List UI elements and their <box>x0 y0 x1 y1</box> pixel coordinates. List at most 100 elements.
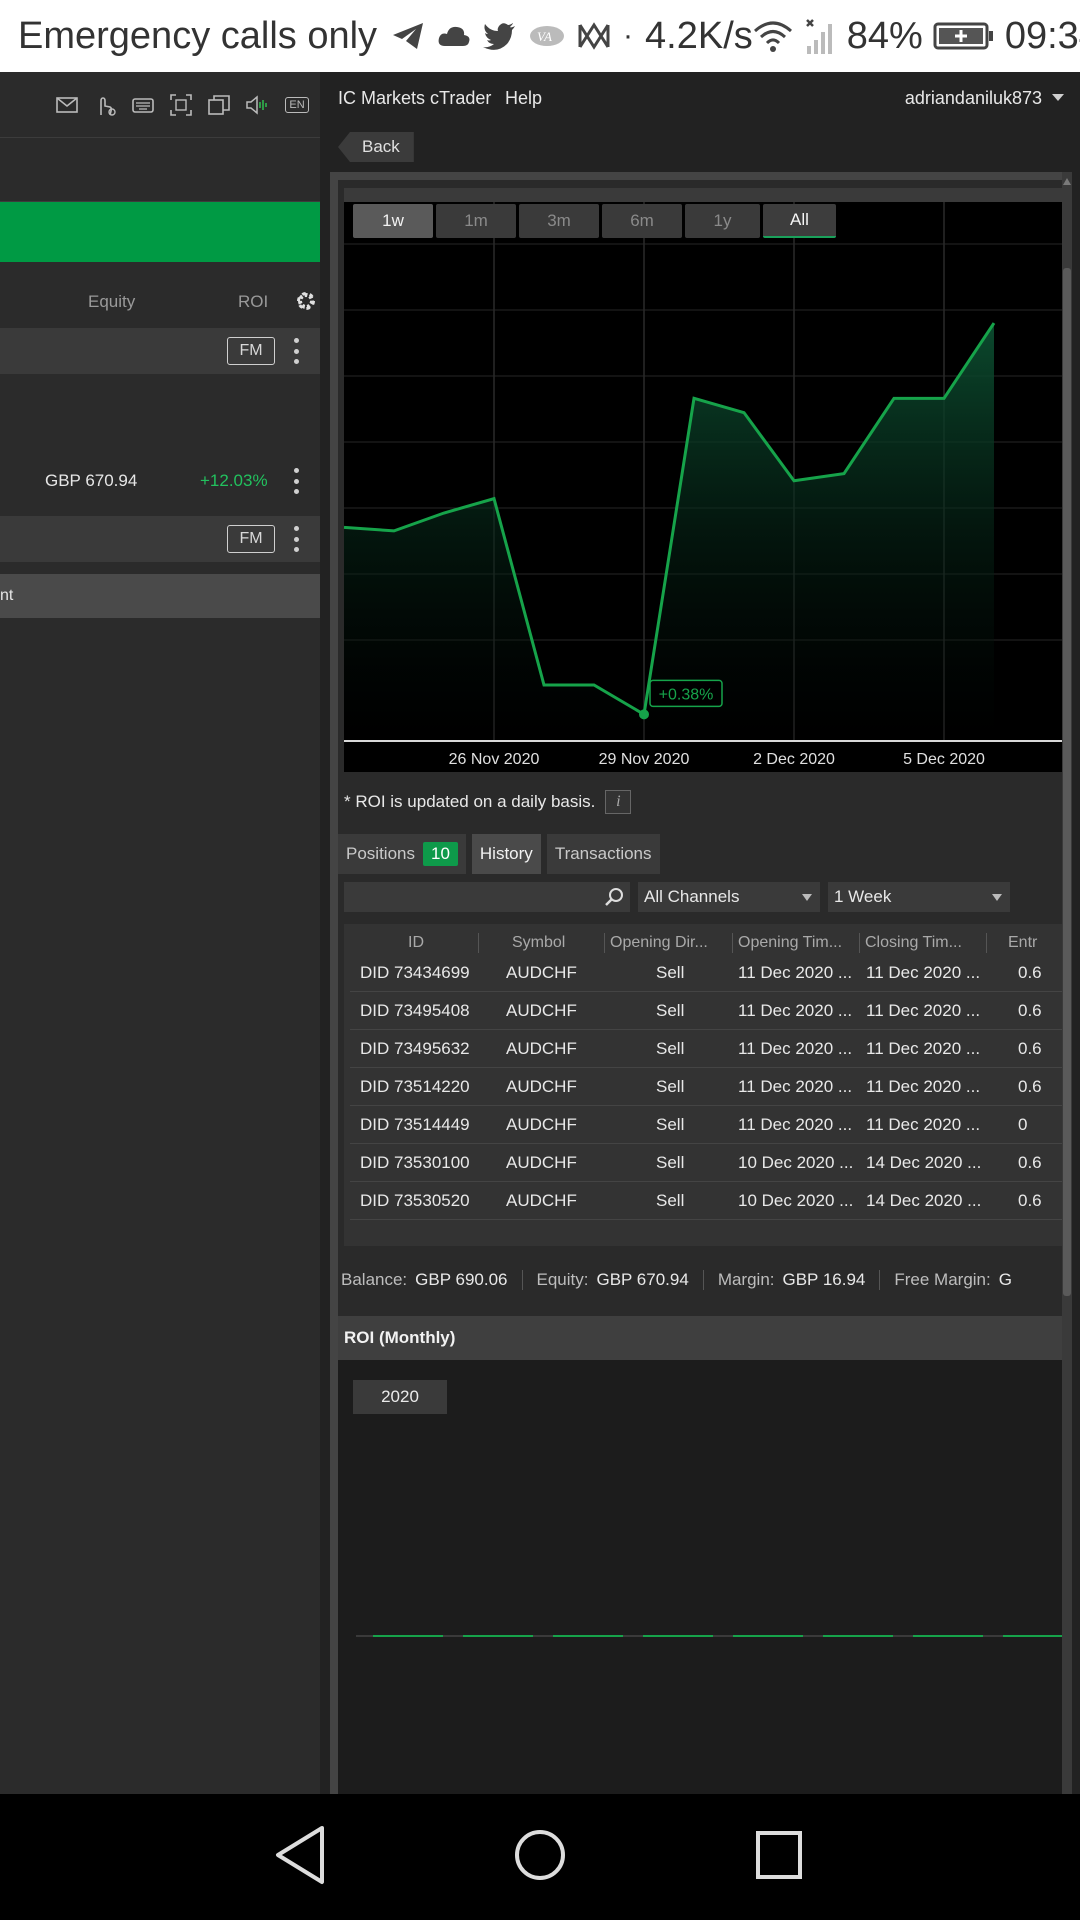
app-menu[interactable]: IC Markets cTrader <box>338 88 491 109</box>
back-label: Back <box>362 137 400 156</box>
cell-id: DID 73495408 <box>360 1001 470 1020</box>
roi-chart-svg: 26 Nov 2020 29 Nov 2020 2 Dec 2020 5 Dec 20… <box>343 188 1062 772</box>
home-nav-icon[interactable] <box>512 1824 568 1886</box>
roi-monthly-panel: ROI (Monthly) 2020 <box>338 1316 1062 1794</box>
search-input[interactable] <box>344 882 630 912</box>
scroll-up-icon[interactable] <box>1063 178 1071 185</box>
cell-direction: Sell <box>656 1039 685 1058</box>
account-row[interactable]: GBP 670.94 +12.03% <box>0 450 320 512</box>
twitter-icon <box>483 23 516 50</box>
wifi-icon <box>753 21 792 52</box>
balance-label: Balance: <box>341 1270 408 1289</box>
windows-icon[interactable] <box>206 92 232 118</box>
network-speed: 4.2K/s <box>645 14 753 57</box>
table-row[interactable]: DID 73530520 AUDCHF Sell 10 Dec 2020 ... 14 … <box>350 1182 1062 1220</box>
signal-icon <box>805 19 832 54</box>
account-equity: GBP 670.94 <box>45 471 138 490</box>
recents-nav-icon[interactable] <box>752 1824 808 1886</box>
period-button-1y[interactable]: 1y <box>685 204 760 238</box>
more-options-icon[interactable] <box>290 338 302 364</box>
back-nav-icon[interactable] <box>272 1824 328 1886</box>
x-tick-label: 5 Dec 2020 <box>903 751 985 768</box>
tab-history-label: History <box>479 844 533 863</box>
volume-icon[interactable] <box>244 92 270 118</box>
table-row[interactable]: DID 73495632 AUDCHF Sell 11 Dec 2020 ... 11 … <box>350 1030 1062 1068</box>
language-en-icon[interactable]: EN <box>282 92 312 118</box>
period-button-6m[interactable]: 6m <box>602 204 682 238</box>
chevron-down-icon[interactable] <box>1052 94 1064 101</box>
period-button-3m[interactable]: 3m <box>519 204 599 238</box>
signature-app-icon: VA <box>530 26 565 46</box>
balance-bar: Balance: GBP 690.06 Equity: GBP 670.94 M… <box>338 1260 1062 1300</box>
cell-id: DID 73434699 <box>360 963 470 982</box>
content-area: 26 Nov 2020 29 Nov 2020 2 Dec 2020 5 Dec 20… <box>338 180 1062 1794</box>
x-tick-label: 2 Dec 2020 <box>753 751 835 768</box>
cell-entry: 0 <box>1018 1115 1028 1134</box>
scrollbar-thumb[interactable] <box>1063 268 1071 1296</box>
tab-transactions[interactable]: Transactions <box>546 834 660 874</box>
more-options-icon[interactable] <box>290 468 302 494</box>
table-row[interactable]: DID 73530100 AUDCHF Sell 10 Dec 2020 ... 14 … <box>350 1144 1062 1182</box>
cell-entry: 0.6 <box>1018 1191 1042 1210</box>
period-button-all[interactable]: All <box>763 204 836 238</box>
cell-symbol: AUDCHF <box>506 1191 577 1210</box>
dot-separator: · <box>623 19 634 52</box>
screenshot-icon[interactable] <box>168 92 194 118</box>
cell-opening-time: 11 Dec 2020 ... <box>738 1115 853 1134</box>
table-row[interactable]: DID 73434699 AUDCHF Sell 11 Dec 2020 ... 11 … <box>350 954 1062 992</box>
group-row-1[interactable]: FM <box>0 328 320 374</box>
more-options-icon[interactable] <box>290 526 302 552</box>
margin-value: GBP 16.94 <box>782 1270 866 1289</box>
roi-note-text: * ROI is updated on a daily basis. <box>344 792 596 811</box>
touch-settings-icon[interactable] <box>92 92 118 118</box>
notification-icons: VA · <box>391 19 633 53</box>
period-button-1w[interactable]: 1w <box>353 204 433 238</box>
gear-icon[interactable] <box>294 289 318 313</box>
tab-history[interactable]: History <box>471 834 541 874</box>
channel-select[interactable]: All Channels <box>638 882 820 912</box>
table-row[interactable]: DID 73495408 AUDCHF Sell 11 Dec 2020 ... 11 … <box>350 992 1062 1030</box>
monthly-baseline <box>356 1635 1062 1637</box>
android-nav-bar <box>0 1794 1080 1920</box>
tab-positions-label: Positions <box>346 844 415 863</box>
cell-entry: 0.6 <box>1018 1001 1042 1020</box>
keyboard-icon[interactable] <box>130 92 156 118</box>
period-button-1m[interactable]: 1m <box>436 204 516 238</box>
table-row[interactable]: DID 73514220 AUDCHF Sell 11 Dec 2020 ... 11 … <box>350 1068 1062 1106</box>
cell-closing-time: 11 Dec 2020 ... <box>866 1039 981 1058</box>
truncated-list-item[interactable]: nt <box>0 574 320 618</box>
cell-entry: 0.6 <box>1018 1153 1042 1172</box>
annotation-point <box>639 709 649 720</box>
mail-icon[interactable] <box>54 92 80 118</box>
username-menu[interactable]: adriandaniluk873 <box>905 88 1042 109</box>
help-menu[interactable]: Help <box>505 88 542 109</box>
cell-id: DID 73514220 <box>360 1077 470 1096</box>
group-row-2[interactable]: FM <box>0 516 320 562</box>
cell-id: DID 73530520 <box>360 1191 470 1210</box>
cell-closing-time: 11 Dec 2020 ... <box>866 1115 981 1134</box>
fm-button[interactable]: FM <box>227 525 275 553</box>
cell-closing-time: 11 Dec 2020 ... <box>866 1077 981 1096</box>
vertical-scrollbar[interactable] <box>1062 172 1072 1794</box>
equity-column-header[interactable]: Equity <box>88 292 135 312</box>
tab-positions[interactable]: Positions 10 <box>338 834 466 874</box>
fm-button[interactable]: FM <box>227 337 275 365</box>
carrier-text: Emergency calls only <box>18 14 378 57</box>
cell-direction: Sell <box>656 1191 685 1210</box>
chevron-down-icon <box>802 894 812 901</box>
account-highlight-bar[interactable] <box>0 202 320 262</box>
battery-charging-icon <box>933 22 993 50</box>
cell-direction: Sell <box>656 963 685 982</box>
back-button[interactable]: Back <box>338 132 414 162</box>
roi-column-header[interactable]: ROI <box>238 292 268 312</box>
info-icon[interactable]: i <box>605 790 632 814</box>
cell-entry: 0.6 <box>1018 1039 1042 1058</box>
accounts-header: Equity ROI <box>0 272 320 332</box>
cell-id: DID 73495632 <box>360 1039 470 1058</box>
period-select[interactable]: 1 Week <box>828 882 1010 912</box>
equity-value: GBP 670.94 <box>596 1270 689 1289</box>
table-row[interactable]: DID 73514449 AUDCHF Sell 11 Dec 2020 ... 11 … <box>350 1106 1062 1144</box>
free-margin-label: Free Margin: <box>894 1270 991 1289</box>
content-frame: 26 Nov 2020 29 Nov 2020 2 Dec 2020 5 Dec 20… <box>330 172 1072 1794</box>
telegram-icon <box>393 23 424 49</box>
